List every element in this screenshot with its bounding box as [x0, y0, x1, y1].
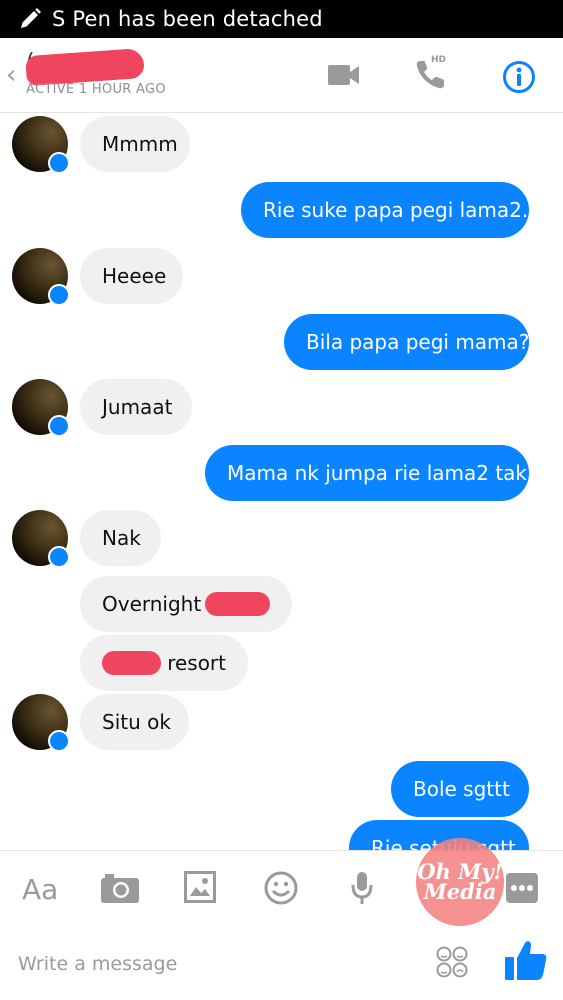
message-outgoing[interactable]: Bila papa pegi mama?: [284, 314, 529, 370]
message-outgoing[interactable]: Bole sgttt: [391, 761, 529, 817]
status-text: S Pen has been detached: [52, 7, 323, 31]
hd-label: HD: [431, 55, 447, 65]
redacted-text: [102, 651, 162, 675]
messenger-badge-icon: [48, 152, 70, 174]
video-call-icon[interactable]: [328, 64, 360, 86]
message-text: Overnight: [102, 592, 202, 616]
messenger-badge-icon: [48, 284, 70, 306]
compose-bar: Write a message: [0, 926, 563, 1000]
info-icon[interactable]: [502, 60, 536, 94]
message-input[interactable]: Write a message: [18, 953, 177, 975]
text-format-button[interactable]: Aa: [22, 873, 58, 906]
more-icon[interactable]: [506, 873, 538, 903]
message-incoming[interactable]: Mmmm: [80, 116, 190, 172]
avatar[interactable]: [12, 510, 70, 568]
camera-icon[interactable]: [101, 873, 139, 903]
microphone-icon[interactable]: [350, 871, 374, 905]
active-status: ACTIVE 1 HOUR AGO: [26, 82, 166, 97]
message-incoming[interactable]: Situ ok: [80, 694, 189, 750]
emoji-icon[interactable]: [264, 871, 298, 905]
message-incoming[interactable]: Jumaat: [80, 379, 192, 435]
status-bar: S Pen has been detached: [0, 0, 563, 38]
message-incoming[interactable]: Overnight: [80, 576, 292, 632]
hd-call-button[interactable]: HD: [414, 55, 450, 94]
watermark-line-2: Media: [423, 879, 497, 904]
stickers-icon[interactable]: [436, 946, 468, 978]
avatar[interactable]: [12, 248, 70, 306]
gallery-icon[interactable]: [184, 871, 216, 903]
message-incoming[interactable]: Nak: [80, 510, 161, 566]
message-thread[interactable]: Mmmm Rie suke papa pegi lama2... Heeee B…: [0, 113, 563, 850]
messenger-badge-icon: [48, 415, 70, 437]
redacted-contact-name: [25, 47, 145, 87]
back-icon[interactable]: ‹: [6, 60, 16, 90]
avatar[interactable]: [12, 379, 70, 437]
avatar[interactable]: [12, 694, 70, 752]
watermark-logo: Oh My! Media: [416, 838, 504, 926]
avatar[interactable]: [12, 116, 70, 174]
conversation-header: ‹ ( ACTIVE 1 HOUR AGO HD: [0, 38, 563, 113]
pen-icon: [21, 8, 41, 28]
like-icon[interactable]: [504, 938, 548, 982]
message-outgoing[interactable]: Rie suke papa pegi lama2...: [241, 182, 541, 238]
redacted-text: [205, 592, 270, 616]
message-text: resort: [167, 651, 226, 675]
messenger-badge-icon: [48, 730, 70, 752]
message-incoming[interactable]: resort: [80, 635, 248, 691]
messenger-badge-icon: [48, 546, 70, 568]
message-incoming[interactable]: Heeee: [80, 248, 183, 304]
message-outgoing[interactable]: Mama nk jumpa rie lama2 tak?: [205, 445, 538, 501]
